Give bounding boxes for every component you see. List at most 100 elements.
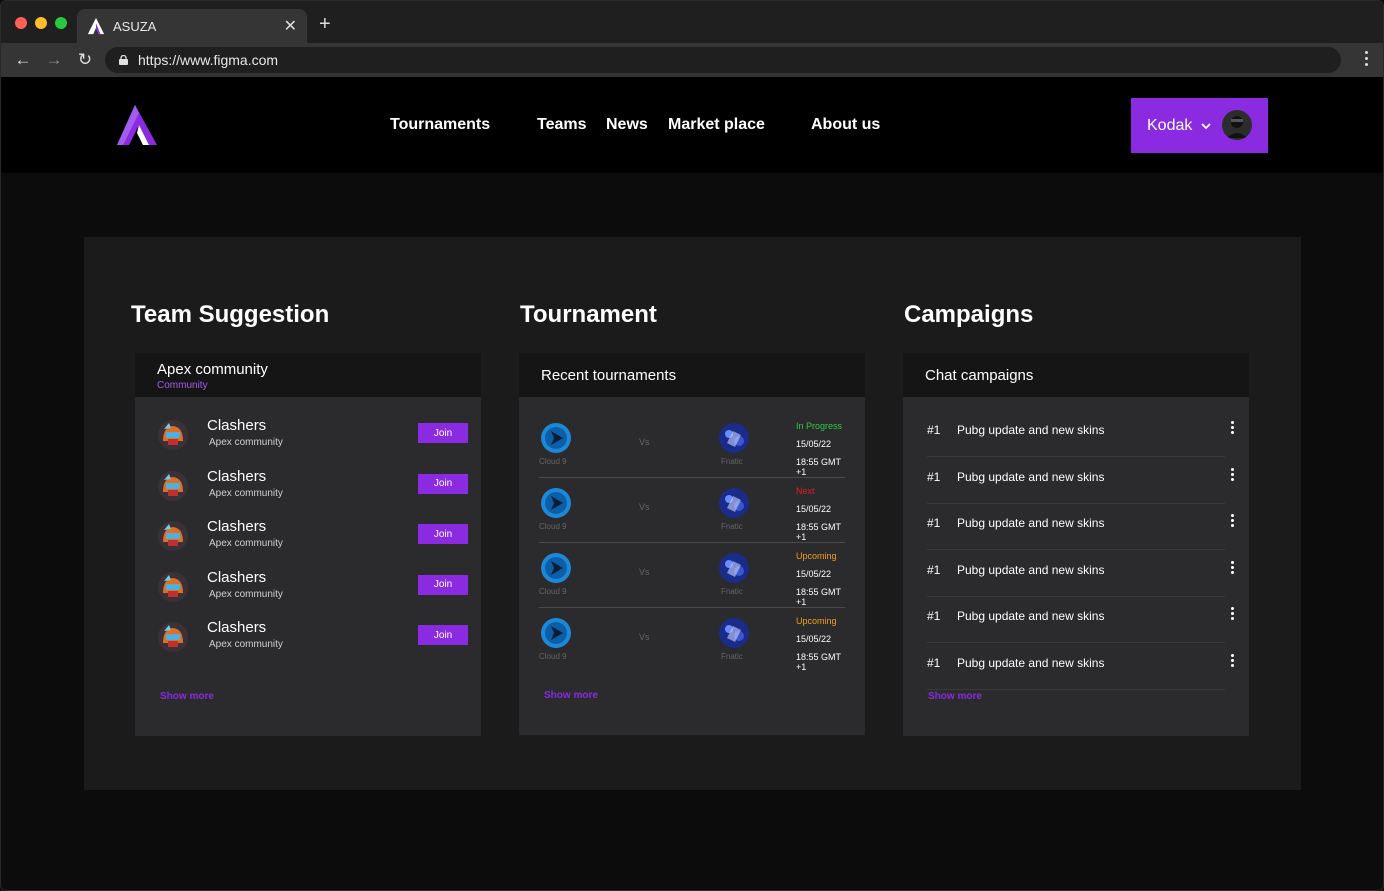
- nav-market-place[interactable]: Market place: [668, 116, 765, 134]
- new-tab-icon[interactable]: +: [319, 13, 331, 36]
- minimize-window-button[interactable]: [35, 17, 47, 29]
- join-button[interactable]: Join: [418, 524, 468, 544]
- match-time: 18:55 GMT +1: [796, 587, 841, 607]
- more-options-icon[interactable]: [1225, 421, 1239, 437]
- campaign-row[interactable]: #1 Pubg update and new skins: [927, 597, 1234, 643]
- campaign-text: Pubg update and new skins: [957, 469, 1105, 484]
- reload-icon[interactable]: ↻: [75, 50, 95, 70]
- campaigns-title: Campaigns: [904, 301, 1034, 328]
- tournament-card-title: Recent tournaments: [541, 366, 677, 384]
- team2-name: Fnatic: [721, 652, 743, 661]
- close-window-button[interactable]: [15, 17, 27, 29]
- tournament-title: Tournament: [520, 301, 657, 328]
- nav-tournaments[interactable]: Tournaments: [390, 116, 490, 134]
- campaign-row[interactable]: #1 Pubg update and new skins: [927, 551, 1234, 597]
- lock-icon: [119, 55, 128, 65]
- team1-name: Cloud 9: [539, 587, 567, 596]
- tab-bar: ASUZA ✕ +: [1, 1, 1383, 43]
- tournament-card: Recent tournaments Cloud 9 Vs Fnatic In Pro…: [519, 353, 865, 735]
- team-name: Clashers: [207, 417, 267, 434]
- user-menu-button[interactable]: Kodak: [1131, 98, 1268, 153]
- team1-name: Cloud 9: [539, 652, 567, 661]
- team-name: Clashers: [207, 568, 267, 586]
- clashers-team-logo-icon: [158, 420, 188, 450]
- team-community: Apex community: [209, 588, 283, 600]
- cloud9-logo-icon: [541, 553, 571, 583]
- more-options-icon[interactable]: [1225, 653, 1239, 670]
- vs-label: Vs: [639, 437, 650, 447]
- nav-news[interactable]: News: [606, 116, 648, 134]
- team2-name: Fnatic: [721, 457, 743, 466]
- join-button[interactable]: Join: [418, 423, 468, 443]
- match-row[interactable]: Cloud 9 Vs Fnatic Next 15/05/22 18:55 GMT +1: [539, 478, 845, 543]
- team-row: Clashers Apex community Join: [157, 518, 468, 558]
- team-row: Clashers Apex community Join: [157, 568, 468, 609]
- cloud9-logo-icon: [541, 488, 571, 518]
- campaign-row[interactable]: #1 Pubg update and new skins: [927, 644, 1234, 690]
- address-bar[interactable]: https://www.figma.com: [105, 47, 1341, 73]
- url-text: https://www.figma.com: [138, 52, 279, 68]
- back-arrow-icon[interactable]: ←: [13, 50, 33, 70]
- campaign-text: Pubg update and new skins: [957, 655, 1105, 670]
- nav-about-us[interactable]: About us: [811, 116, 880, 134]
- campaigns-card: Chat campaigns #1 Pubg update and new ski…: [903, 353, 1249, 736]
- clashers-team-logo-icon: [158, 470, 188, 501]
- team-row: Clashers Apex community Join: [157, 417, 468, 457]
- campaign-rank: #1: [927, 423, 941, 437]
- vs-label: Vs: [639, 567, 650, 577]
- join-button[interactable]: Join: [418, 473, 468, 494]
- team-name: Clashers: [207, 619, 267, 636]
- team-show-more-link[interactable]: Show more: [160, 691, 214, 702]
- campaigns-card-header: Chat campaigns: [903, 353, 1249, 397]
- browser-window: ASUZA ✕ + ← → ↻ https://www.figma.com To…: [0, 0, 1384, 891]
- avatar: [1222, 110, 1252, 140]
- tournament-show-more-link[interactable]: Show more: [544, 690, 598, 701]
- team-name: Clashers: [207, 467, 267, 485]
- join-button[interactable]: Join: [418, 574, 468, 595]
- campaign-row[interactable]: #1 Pubg update and new skins: [927, 458, 1234, 504]
- browser-tab[interactable]: ASUZA ✕: [77, 9, 307, 43]
- site-header: Tournaments Teams News Market place Abou…: [1, 77, 1383, 173]
- campaigns-show-more-link[interactable]: Show more: [928, 691, 982, 702]
- dashboard-panel: Team Suggestion Apex community Community…: [84, 237, 1301, 790]
- campaign-row[interactable]: #1 Pubg update and new skins: [927, 411, 1234, 457]
- team1-name: Cloud 9: [539, 522, 567, 531]
- campaign-row[interactable]: #1 Pubg update and new skins: [927, 504, 1234, 550]
- asuza-favicon-icon: [87, 17, 105, 35]
- join-button[interactable]: Join: [418, 625, 468, 645]
- maximize-window-button[interactable]: [55, 17, 67, 29]
- match-time: 18:55 GMT +1: [796, 652, 841, 672]
- asuza-logo-icon[interactable]: [115, 103, 159, 147]
- campaign-rank: #1: [927, 562, 941, 577]
- team2-name: Fnatic: [721, 587, 743, 596]
- team-row: Clashers Apex community Join: [157, 619, 468, 659]
- more-options-icon[interactable]: [1225, 467, 1239, 484]
- match-row[interactable]: Cloud 9 Vs Fnatic Upcoming 15/05/22 18:55 GMT…: [539, 608, 845, 673]
- tab-title: ASUZA: [113, 18, 157, 34]
- campaign-text: Pubg update and new skins: [957, 423, 1105, 437]
- campaign-rank: #1: [927, 469, 941, 484]
- match-date: 15/05/22: [796, 439, 832, 449]
- team-card-title: Apex community: [157, 361, 268, 378]
- team-community: Apex community: [209, 538, 283, 549]
- forward-arrow-icon[interactable]: →: [44, 50, 64, 70]
- team1-name: Cloud 9: [539, 457, 567, 466]
- match-row[interactable]: Cloud 9 Vs Fnatic In Progress 15/05/22 18:55 …: [539, 413, 845, 478]
- team-card-header: Apex community Community: [135, 353, 481, 397]
- match-status: In Progress: [796, 421, 843, 431]
- match-status: Upcoming: [796, 551, 837, 561]
- match-row[interactable]: Cloud 9 Vs Fnatic Upcoming 15/05/22 18:55 GMT…: [539, 543, 845, 608]
- match-date: 15/05/22: [796, 634, 832, 644]
- more-options-icon[interactable]: [1225, 514, 1239, 530]
- nav-teams[interactable]: Teams: [537, 116, 587, 134]
- close-tab-icon[interactable]: ✕: [284, 16, 297, 36]
- more-options-icon[interactable]: [1225, 560, 1239, 577]
- campaign-rank: #1: [927, 516, 941, 530]
- browser-menu-icon[interactable]: [1365, 51, 1369, 66]
- more-options-icon[interactable]: [1225, 607, 1239, 623]
- team-card-subtitle: Community: [157, 380, 208, 391]
- tournament-card-header: Recent tournaments: [519, 353, 865, 397]
- window-controls: [15, 17, 67, 29]
- campaign-text: Pubg update and new skins: [957, 516, 1105, 530]
- clashers-team-logo-icon: [158, 571, 188, 602]
